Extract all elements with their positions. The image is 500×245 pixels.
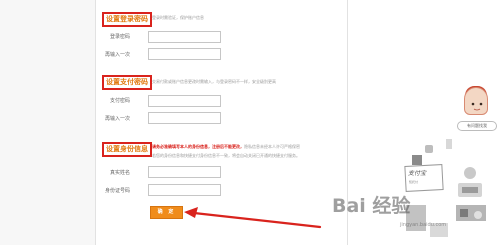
section-title-payment-password: 设置支付密码 xyxy=(102,75,152,90)
payment-password-confirm-input[interactable] xyxy=(148,112,221,124)
login-password-input[interactable] xyxy=(148,31,221,43)
annotation-arrow-icon xyxy=(184,207,322,229)
real-name-input[interactable] xyxy=(148,166,221,178)
section-desc-identity-info: 请务必准确填写本人的身份信息，注册后不能更改，隐私信息未经本人许可严格保密 xyxy=(152,144,300,150)
label-id-number: 身份证号码 xyxy=(104,188,130,194)
login-password-confirm-input[interactable] xyxy=(148,48,221,60)
alipay-logo: 支付宝 xyxy=(408,170,427,177)
alipay-slogan: 知托付 xyxy=(409,180,419,184)
id-number-input[interactable] xyxy=(148,184,221,196)
label-real-name: 真实姓名 xyxy=(109,170,130,176)
avatar xyxy=(464,87,488,115)
label-payment-password: 支付密码 xyxy=(109,98,130,104)
label-payment-password-confirm: 再输入一次 xyxy=(104,116,130,122)
section-desc-payment-password: 交易付款或账户信息更改时需输入，与登录密码不一样，安全级别更高 xyxy=(152,79,276,84)
section-desc-identity-info-line2: 若您的身份信息和快捷支付身份信息不一致，将会自动关闭已开通的快捷支付服务。 xyxy=(152,153,300,158)
watermark-url: jingyan.baidu.com xyxy=(400,222,447,228)
alipay-card xyxy=(404,164,444,192)
help-button[interactable]: 有问题找我 xyxy=(457,121,497,131)
identity-privacy-note: 隐私信息未经本人许可严格保密 xyxy=(244,144,300,149)
label-login-password-confirm: 再输入一次 xyxy=(104,52,130,58)
section-title-login-password: 设置登录密码 xyxy=(102,12,152,27)
avatar-face-icon xyxy=(471,102,483,111)
section-desc-login-password: 登录时需验证，保护账户信息 xyxy=(152,15,204,20)
identity-warning: 请务必准确填写本人的身份信息，注册后不能更改， xyxy=(152,144,244,149)
label-login-password: 登录密码 xyxy=(109,34,130,40)
page: 设置登录密码 登录时需验证，保护账户信息 登录密码 再输入一次 设置支付密码 交… xyxy=(0,0,500,245)
watermark-logo: Bai 经验 xyxy=(332,195,411,217)
section-title-identity-info: 设置身份信息 xyxy=(102,142,152,157)
payment-password-input[interactable] xyxy=(148,95,221,107)
submit-button[interactable]: 确 定 xyxy=(150,206,183,219)
